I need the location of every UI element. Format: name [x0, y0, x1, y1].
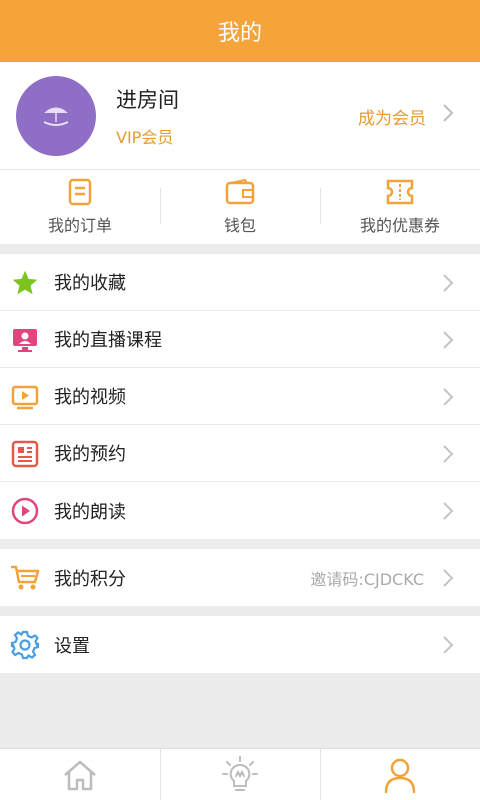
menu-item-favorites[interactable]: 我的收藏 — [0, 254, 480, 311]
menu-label: 我的预约 — [54, 444, 126, 465]
menu-label: 我的视频 — [54, 387, 126, 408]
invite-code: 邀请码:CJDCKC — [310, 569, 424, 589]
person-icon — [384, 758, 416, 793]
avatar[interactable] — [16, 76, 96, 156]
menu-label: 设置 — [54, 635, 90, 657]
menu-label: 我的积分 — [54, 568, 126, 590]
menu-item-reservations[interactable]: 我的预约 — [0, 425, 480, 482]
chevron-right-icon — [443, 104, 454, 122]
points-group: 我的积分 邀请码:CJDCKC — [0, 549, 480, 606]
menu-item-settings[interactable]: 设置 — [0, 616, 480, 673]
coupons-button[interactable]: 我的优惠券 — [320, 170, 480, 244]
wallet-button[interactable]: 钱包 — [160, 170, 320, 244]
menu-item-videos[interactable]: 我的视频 — [0, 368, 480, 425]
menu-label: 我的直播课程 — [54, 330, 162, 351]
live-class-icon — [10, 325, 40, 355]
star-icon — [10, 268, 40, 298]
become-member-link[interactable]: 成为会员 — [358, 104, 426, 129]
settings-group: 设置 — [0, 616, 480, 673]
reservation-icon — [10, 439, 40, 469]
my-orders-button[interactable]: 我的订单 — [0, 170, 160, 244]
quick-label-wallet: 钱包 — [223, 216, 256, 235]
chevron-right-icon — [443, 331, 454, 349]
lightbulb-icon — [222, 755, 258, 791]
bottom-tab-bar — [0, 748, 480, 800]
home-icon — [64, 760, 96, 790]
vip-badge: VIP会员 — [116, 128, 174, 147]
discover-tab[interactable] — [160, 749, 320, 800]
gear-icon — [10, 630, 40, 660]
profile-card[interactable]: 进房间 VIP会员 成为会员 — [0, 62, 480, 170]
menu-list: 我的收藏 我的直播课程 我的视频 我的预约 我的朗读 — [0, 254, 480, 539]
chevron-right-icon — [443, 569, 454, 587]
profile-tab[interactable] — [320, 749, 480, 800]
menu-label: 我的收藏 — [54, 273, 126, 294]
chevron-right-icon — [443, 445, 454, 463]
chevron-right-icon — [443, 388, 454, 406]
avatar-logo-icon — [43, 107, 69, 126]
wallet-icon — [225, 178, 255, 205]
coupon-icon — [386, 179, 414, 205]
menu-label: 我的朗读 — [54, 501, 126, 523]
chevron-right-icon — [443, 274, 454, 292]
play-circle-icon — [10, 496, 40, 526]
quick-actions: 我的订单 钱包 我的优惠券 — [0, 170, 480, 244]
home-tab[interactable] — [0, 749, 160, 800]
user-name: 进房间 — [116, 88, 179, 112]
quick-label-orders: 我的订单 — [47, 216, 112, 235]
quick-label-coupons: 我的优惠券 — [359, 216, 440, 235]
chevron-right-icon — [443, 636, 454, 654]
cart-icon — [10, 563, 40, 593]
order-icon — [68, 178, 92, 206]
menu-item-points[interactable]: 我的积分 邀请码:CJDCKC — [0, 549, 480, 606]
page-title: 我的 — [217, 21, 262, 46]
menu-item-readings[interactable]: 我的朗读 — [0, 482, 480, 539]
video-icon — [10, 382, 40, 412]
menu-item-live-courses[interactable]: 我的直播课程 — [0, 311, 480, 368]
chevron-right-icon — [443, 502, 454, 520]
top-bar: 我的 — [0, 0, 480, 62]
